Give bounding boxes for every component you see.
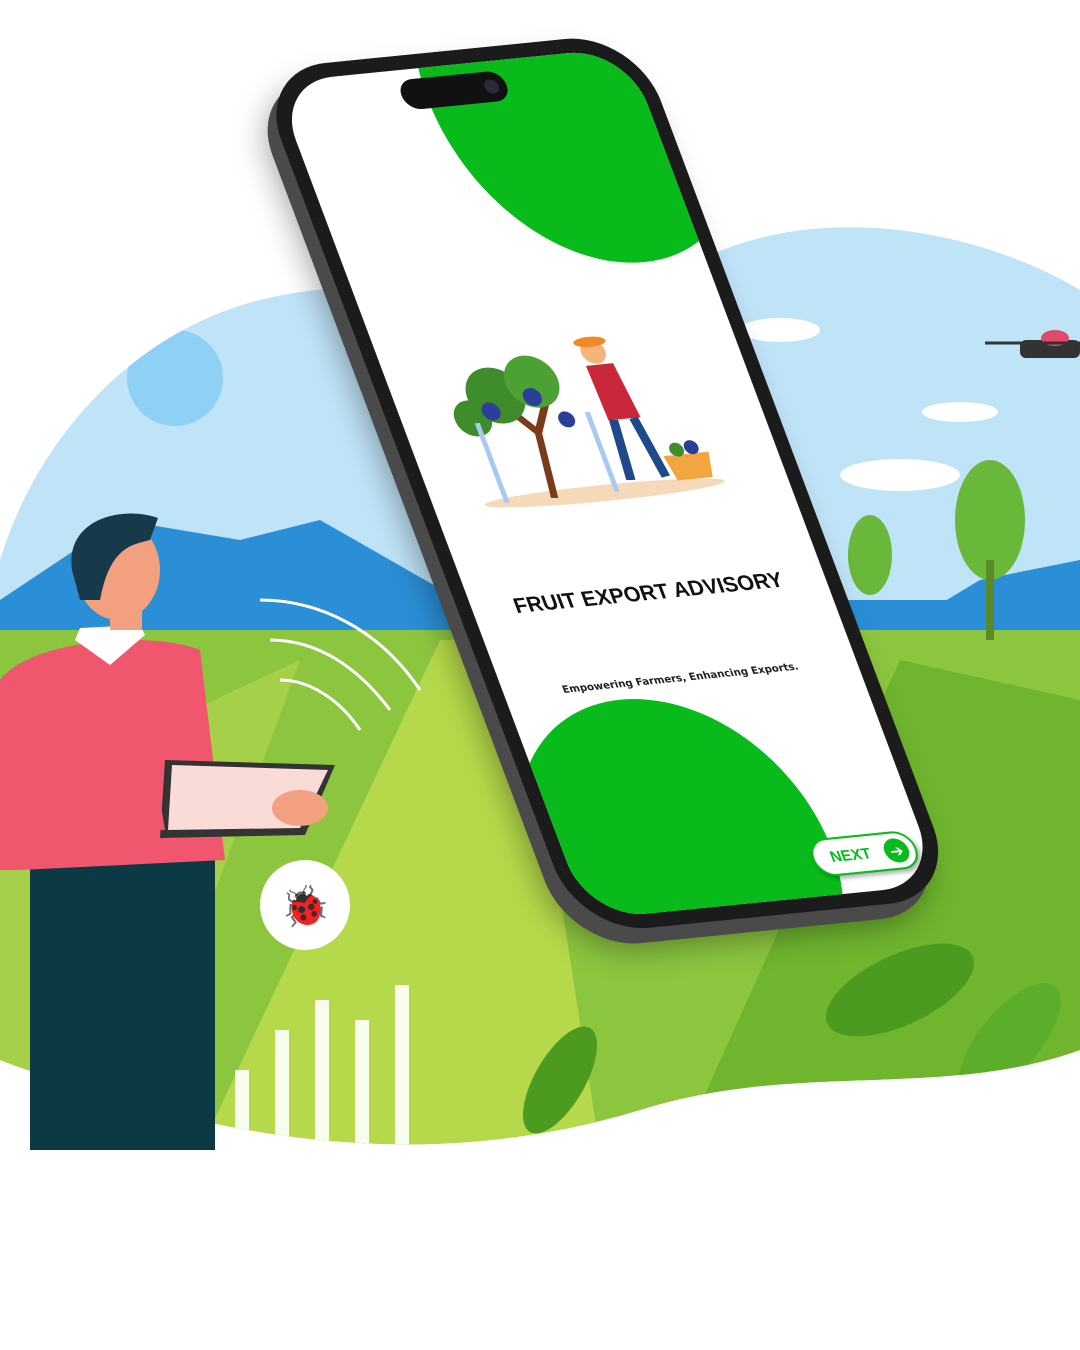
camera-icon xyxy=(481,78,502,95)
farmer-grapes-illustration xyxy=(453,336,725,508)
next-label: NEXT xyxy=(827,844,874,866)
app-tagline: Empowering Farmers, Enhancing Exports. xyxy=(560,661,801,696)
app-title: FRUIT EXPORT ADVISORY xyxy=(510,568,787,619)
arrow-right-circle-icon: ➔ xyxy=(880,837,913,864)
svg-text:🐞: 🐞 xyxy=(280,883,330,930)
sun xyxy=(127,330,223,426)
